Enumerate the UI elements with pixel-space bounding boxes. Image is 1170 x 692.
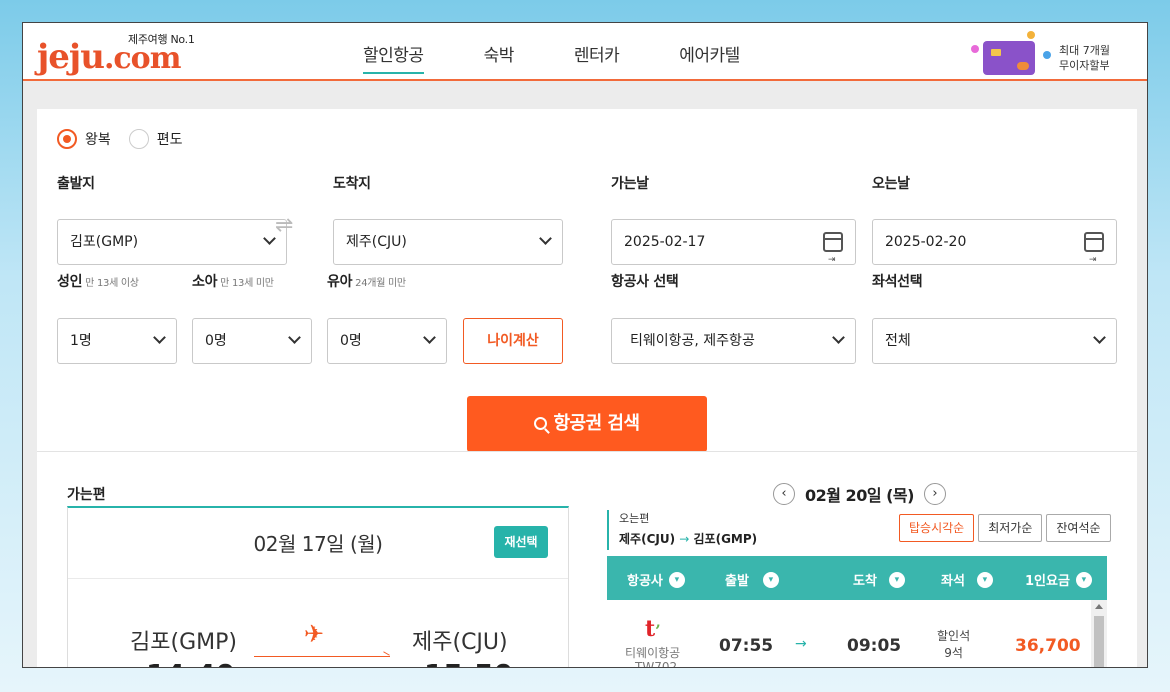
calendar-icon[interactable] bbox=[823, 232, 843, 282]
radio-roundtrip[interactable] bbox=[57, 129, 77, 149]
row-airline: 티웨이항공 bbox=[625, 646, 681, 660]
outbound-to-city: 제주(CJU) bbox=[412, 630, 508, 655]
credit-card-icon bbox=[983, 41, 1035, 75]
row-price: 36,700 bbox=[1015, 636, 1081, 656]
outbound-selected-card: 02월 17일 (월) 재선택 김포(GMP) ✈ 제주(CJU) 14:40 … bbox=[67, 506, 569, 667]
arrival-label: 도착지 bbox=[333, 176, 371, 192]
col-seat[interactable]: 좌석 ▾ bbox=[941, 570, 993, 589]
col-departure[interactable]: 출발 ▾ bbox=[725, 570, 779, 589]
row-dep-time: 07:55 bbox=[719, 636, 774, 656]
go-date-label: 가는날 bbox=[611, 176, 649, 192]
chevron-down-icon bbox=[423, 331, 436, 344]
site-logo[interactable]: 제주여행 No.1 jeju.com bbox=[37, 29, 207, 77]
chevron-down-icon bbox=[1093, 331, 1106, 344]
outbound-title: 가는편 bbox=[67, 487, 106, 503]
scroll-thumb bbox=[1094, 616, 1104, 667]
departure-label: 출발지 bbox=[57, 176, 95, 192]
child-count-select[interactable]: 0명 bbox=[192, 318, 312, 364]
child-label: 소아 만 13세 미만 bbox=[192, 274, 274, 290]
trip-type-group: 왕복 편도 bbox=[57, 129, 201, 149]
chevron-down-icon bbox=[288, 331, 301, 344]
reselect-button[interactable]: 재선택 bbox=[494, 526, 548, 558]
logo-wordmark: jeju.com bbox=[37, 37, 181, 77]
swap-icon[interactable]: ⇌ bbox=[275, 213, 293, 238]
chevron-down-icon bbox=[263, 232, 276, 245]
infant-count-select[interactable]: 0명 bbox=[327, 318, 447, 364]
sort-seats-left[interactable]: 잔여석순 bbox=[1046, 514, 1111, 542]
results-scrollbar[interactable] bbox=[1091, 600, 1107, 667]
airline-select[interactable]: 티웨이항공, 제주항공 bbox=[611, 318, 856, 364]
prev-date-button[interactable]: ‹ bbox=[773, 483, 795, 505]
scroll-up-icon bbox=[1095, 604, 1103, 609]
balloon-icon bbox=[971, 45, 979, 53]
search-flights-button[interactable]: 항공권 검색 bbox=[467, 396, 707, 452]
main-nav: 할인항공 숙박 렌터카 에어카텔 bbox=[363, 41, 800, 74]
return-sub-label: 오는편 bbox=[619, 512, 650, 525]
balloon-icon bbox=[1043, 51, 1051, 59]
adult-label: 성인 만 13세 이상 bbox=[57, 274, 139, 290]
site-header: 제주여행 No.1 jeju.com 할인항공 숙박 렌터카 에어카텔 최대 7… bbox=[23, 23, 1147, 81]
seat-class-select[interactable]: 전체 bbox=[872, 318, 1117, 364]
go-date-input[interactable]: 2025-02-17 bbox=[611, 219, 856, 282]
browser-frame: 제주여행 No.1 jeju.com 할인항공 숙박 렌터카 에어카텔 최대 7… bbox=[22, 22, 1148, 668]
calendar-icon[interactable] bbox=[1084, 232, 1104, 282]
col-price[interactable]: 1인요금 ▾ bbox=[1025, 570, 1092, 589]
outbound-dep-time: 14:40 bbox=[146, 658, 235, 667]
sort-lowest-price[interactable]: 최저가순 bbox=[978, 514, 1043, 542]
seat-label: 좌석선택 bbox=[872, 274, 923, 290]
col-airline[interactable]: 항공사 ▾ bbox=[627, 570, 685, 589]
airline-label: 항공사 선택 bbox=[611, 274, 679, 290]
chevron-down-icon: ▾ bbox=[1075, 571, 1092, 588]
return-date-label: 오는날 bbox=[872, 176, 910, 192]
chevron-down-icon: ▾ bbox=[762, 571, 779, 588]
infant-label: 유아 24개월 미만 bbox=[327, 274, 406, 290]
chevron-down-icon bbox=[539, 232, 552, 245]
results-section: 가는편 02월 17일 (월) 재선택 김포(GMP) ✈ 제주(CJU) 14… bbox=[37, 451, 1137, 668]
return-route-info: 오는편 제주(CJU) → 김포(GMP) bbox=[607, 510, 757, 550]
sort-departure-time[interactable]: 탑승시각순 bbox=[899, 514, 975, 542]
row-seat-info: 할인석 9석 bbox=[937, 629, 971, 660]
chevron-down-icon: ▾ bbox=[668, 571, 685, 588]
col-arrival[interactable]: 도착 ▾ bbox=[853, 570, 905, 589]
radio-roundtrip-label[interactable]: 왕복 bbox=[85, 129, 111, 149]
installment-promo-banner[interactable]: 최대 7개월 무이자할부 bbox=[965, 31, 1135, 75]
chevron-down-icon bbox=[153, 331, 166, 344]
return-date-input[interactable]: 2025-02-20 bbox=[872, 219, 1117, 282]
radio-oneway[interactable] bbox=[128, 129, 149, 149]
arrival-select[interactable]: 제주(CJU) bbox=[333, 219, 563, 265]
chevron-down-icon: ▾ bbox=[888, 571, 905, 588]
route-arrow bbox=[254, 656, 390, 657]
tway-logo-icon: t’ bbox=[645, 616, 661, 642]
row-arr-time: 09:05 bbox=[847, 636, 902, 656]
outbound-from-city: 김포(GMP) bbox=[130, 630, 237, 655]
return-route: 제주(CJU) → 김포(GMP) bbox=[619, 532, 758, 546]
arrow-right-icon: → bbox=[679, 532, 690, 546]
return-date-nav: ‹ 02월 20일 (목) › bbox=[773, 482, 946, 506]
nav-flights[interactable]: 할인항공 bbox=[363, 41, 424, 74]
adult-count-select[interactable]: 1명 bbox=[57, 318, 177, 364]
search-icon bbox=[534, 417, 548, 430]
flight-table-header: 항공사 ▾ 출발 ▾ 도착 ▾ 좌석 ▾ 1인요금 ▾ bbox=[607, 556, 1107, 600]
outbound-arr-time: 15:50 bbox=[424, 658, 513, 667]
age-calculator-button[interactable]: 나이계산 bbox=[463, 318, 563, 364]
flight-search-panel: 왕복 편도 출발지 김포(GMP) ⇌ 도착지 제주(CJU) 가는날 2025… bbox=[37, 109, 1137, 453]
chevron-down-icon: ▾ bbox=[976, 571, 993, 588]
airplane-icon: ✈ bbox=[304, 620, 325, 648]
arrow-right-icon: → bbox=[795, 636, 807, 652]
nav-rentacar[interactable]: 렌터카 bbox=[574, 41, 620, 74]
outbound-date: 02월 17일 (월) bbox=[253, 532, 383, 556]
row-flight-number: TW702 bbox=[635, 660, 678, 668]
departure-select[interactable]: 김포(GMP) bbox=[57, 219, 287, 265]
sort-options: 탑승시각순 최저가순 잔여석순 bbox=[899, 514, 1111, 542]
chevron-down-icon bbox=[832, 331, 845, 344]
flight-row[interactable]: t’ 티웨이항공 TW702 07:55 → 09:05 할인석 9석 36,7… bbox=[607, 602, 1091, 668]
next-date-button[interactable]: › bbox=[923, 483, 946, 505]
radio-oneway-label[interactable]: 편도 bbox=[157, 129, 183, 149]
return-date: 02월 20일 (목) bbox=[805, 486, 914, 505]
promo-text: 최대 7개월 무이자할부 bbox=[1059, 44, 1110, 72]
nav-hotels[interactable]: 숙박 bbox=[484, 41, 515, 74]
balloon-icon bbox=[1027, 31, 1035, 39]
divider bbox=[68, 578, 568, 579]
nav-aircartel[interactable]: 에어카텔 bbox=[679, 41, 740, 74]
